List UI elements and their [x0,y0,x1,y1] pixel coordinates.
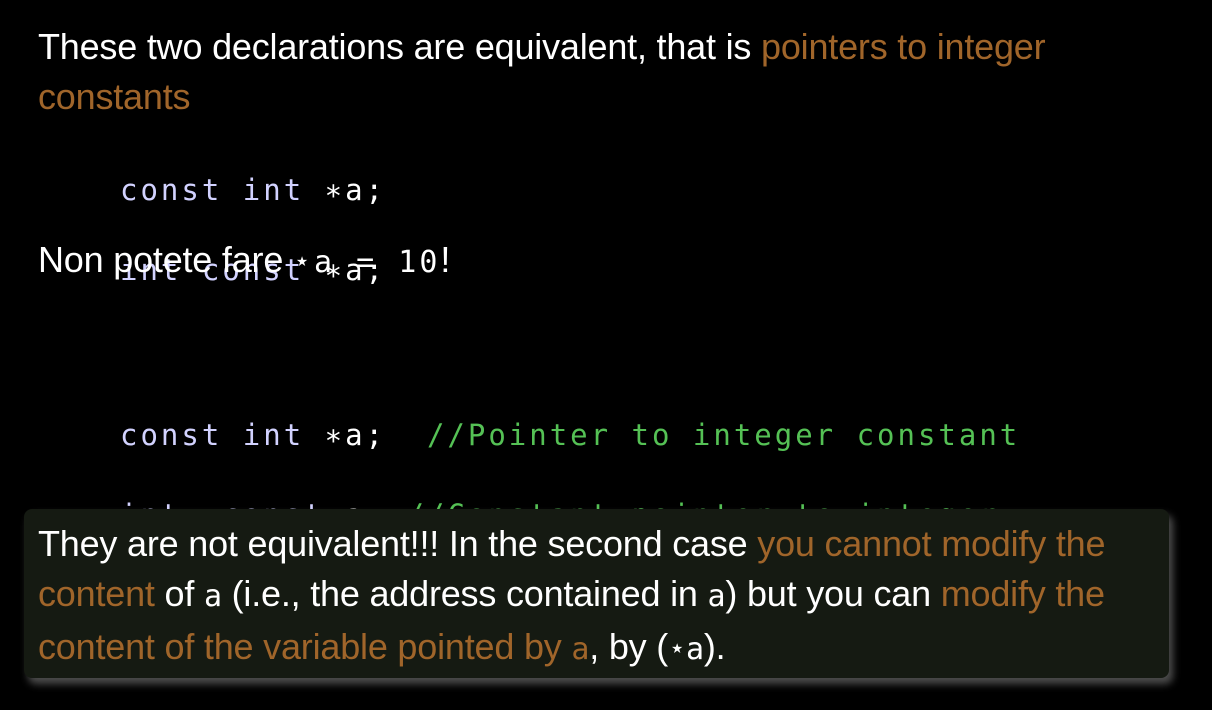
code-inline: a [707,579,726,614]
intro-text: These two declarations are equivalent, t… [38,26,762,67]
code-keyword: const [120,418,223,452]
code-inline: a [203,579,222,614]
code-comment: //Pointer to integer constant [426,418,1021,452]
code-block-declarations: const int ∗a; int const ∗a; [120,130,386,330]
note-text: Non potete fare [38,239,293,280]
code-inline: a [571,632,590,667]
note-end: ! [440,239,451,280]
note-code: ⋆a = 10 [292,245,441,280]
code-line-1: const int ∗a; //Pointer to integer const… [120,415,1020,455]
code-keyword: const [120,173,223,207]
code-text: ∗a; [304,418,427,452]
code-text: ∗a; [304,173,387,207]
code-line-1: const int ∗a; [120,170,386,210]
code-inline: ⋆a [668,632,704,667]
callout-text: They are not equivalent!!! In the second… [38,523,1106,667]
code-keyword: int [242,418,305,452]
intro-paragraph: These two declarations are equivalent, t… [38,22,1088,122]
callout-box: They are not equivalent!!! In the second… [24,509,1169,678]
note-paragraph: Non potete fare ⋆a = 10! [38,235,450,288]
code-keyword: int [242,173,305,207]
